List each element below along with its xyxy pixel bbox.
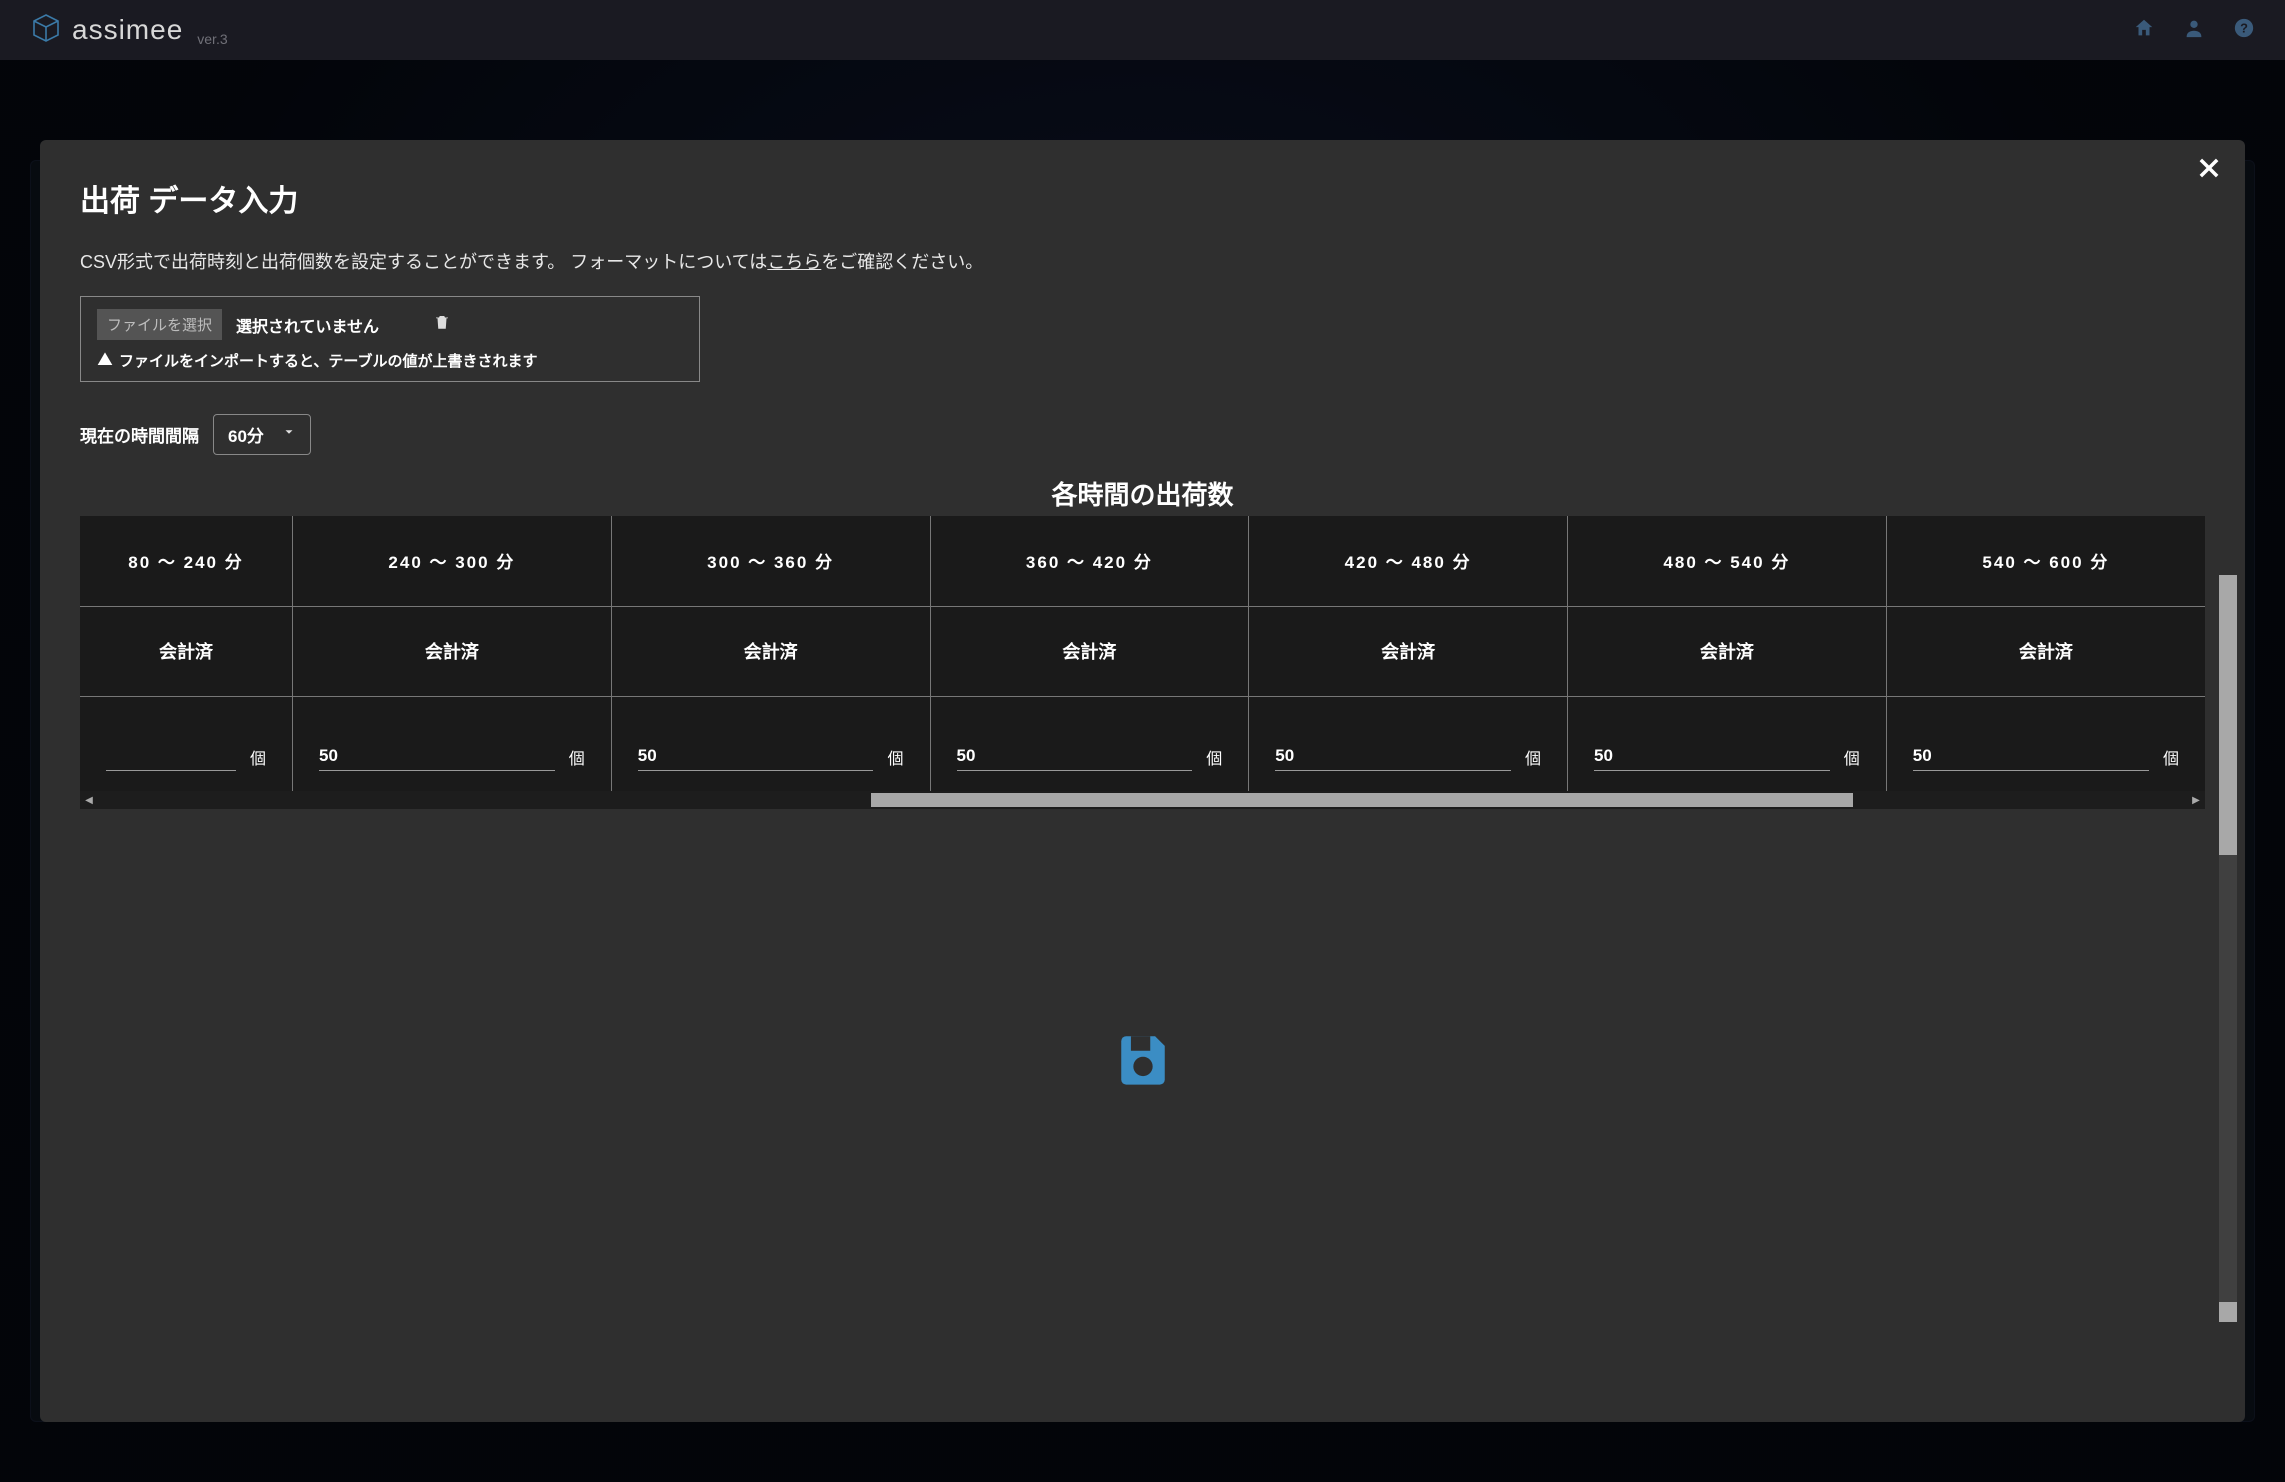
time-header: 540 ～ 600 分 <box>1887 548 2205 573</box>
value-cell[interactable]: 50 個 <box>293 697 611 792</box>
save-row <box>80 1029 2205 1092</box>
trash-icon[interactable] <box>433 313 451 336</box>
help-icon[interactable]: ? <box>2233 17 2255 44</box>
unit-label: 個 <box>569 745 585 771</box>
interval-value: 60分 <box>228 422 264 447</box>
modal-title: 出荷 データ入力 <box>80 176 2205 220</box>
desc-text-post: をご確認ください。 <box>821 252 983 272</box>
time-header: 80 ～ 240 分 <box>80 548 292 573</box>
table-area: 80 ～ 240 分 240 ～ 300 分 300 ～ 360 分 360 ～… <box>80 516 2205 809</box>
scroll-left-arrow[interactable]: ◀ <box>80 791 98 809</box>
value-cell[interactable]: 50 個 <box>1249 697 1567 792</box>
interval-label: 現在の時間間隔 <box>80 422 199 447</box>
file-import-box: ファイルを選択 選択されていません ファイルをインポートすると、テーブルの値が上… <box>80 296 700 382</box>
unit-label: 個 <box>2163 745 2179 771</box>
vertical-scroll-thumb-bottom[interactable] <box>2219 1302 2237 1322</box>
status-label: 会計済 <box>1568 638 1886 664</box>
unit-label: 個 <box>250 745 266 771</box>
status-label: 会計済 <box>80 638 292 664</box>
status-label: 会計済 <box>1249 638 1567 664</box>
svg-text:?: ? <box>2240 20 2248 35</box>
value-cell[interactable]: 個 <box>80 697 292 792</box>
close-button[interactable] <box>2195 154 2223 187</box>
format-link[interactable]: こちら <box>767 252 821 272</box>
time-header: 420 ～ 480 分 <box>1249 548 1567 573</box>
value-input[interactable]: 50 <box>1913 746 2149 771</box>
horizontal-scrollbar[interactable]: ◀ ▶ <box>80 791 2205 809</box>
brand-name: assimee <box>72 14 183 46</box>
status-label: 会計済 <box>1887 638 2205 664</box>
scroll-track[interactable] <box>98 791 2187 809</box>
value-cell[interactable]: 50 個 <box>1887 697 2205 792</box>
status-row: 会計済 会計済 会計済 会計済 会計済 会計済 会計済 <box>80 606 2205 696</box>
save-button[interactable] <box>1114 1029 1172 1092</box>
value-cell[interactable]: 50 個 <box>1568 697 1886 792</box>
value-input[interactable]: 50 <box>1275 746 1511 771</box>
scroll-right-arrow[interactable]: ▶ <box>2187 791 2205 809</box>
value-input[interactable] <box>106 766 236 771</box>
interval-row: 現在の時間間隔 60分 <box>80 414 2205 455</box>
warning-icon <box>97 351 113 371</box>
time-header: 480 ～ 540 分 <box>1568 548 1886 573</box>
file-warning: ファイルをインポートすると、テーブルの値が上書きされます <box>97 350 683 371</box>
cube-icon <box>30 12 62 49</box>
unit-label: 個 <box>1844 745 1860 771</box>
value-input[interactable]: 50 <box>1594 746 1830 771</box>
choose-file-button[interactable]: ファイルを選択 <box>97 309 222 340</box>
status-label: 会計済 <box>931 638 1249 664</box>
brand-logo: assimee <box>30 12 183 49</box>
value-row: 個 50 個 50 個 <box>80 696 2205 791</box>
time-header: 360 ～ 420 分 <box>931 548 1249 573</box>
topbar-actions: ? <box>2133 17 2255 44</box>
table-wrap: 80 ～ 240 分 240 ～ 300 分 300 ～ 360 分 360 ～… <box>80 516 2205 791</box>
modal-description: CSV形式で出荷時刻と出荷個数を設定することができます。 フォーマットについては… <box>80 248 2205 274</box>
status-label: 会計済 <box>293 638 611 664</box>
vertical-scrollbar[interactable] <box>2219 575 2237 1322</box>
topbar: assimee ver.3 ? <box>0 0 2285 60</box>
time-header: 300 ～ 360 分 <box>612 548 930 573</box>
unit-label: 個 <box>1206 745 1222 771</box>
time-header: 240 ～ 300 分 <box>293 548 611 573</box>
interval-select[interactable]: 60分 <box>213 414 311 455</box>
chevron-down-icon <box>282 425 296 444</box>
unit-label: 個 <box>887 745 903 771</box>
value-cell[interactable]: 50 個 <box>931 697 1249 792</box>
status-label: 会計済 <box>612 638 930 664</box>
vertical-scroll-thumb[interactable] <box>2219 575 2237 855</box>
brand-version: ver.3 <box>197 31 227 47</box>
value-cell[interactable]: 50 個 <box>612 697 930 792</box>
desc-text-pre: CSV形式で出荷時刻と出荷個数を設定することができます。 フォーマットについては <box>80 252 767 272</box>
user-icon[interactable] <box>2183 17 2205 44</box>
home-icon[interactable] <box>2133 17 2155 44</box>
table-title: 各時間の出荷数 <box>80 475 2205 512</box>
scroll-thumb[interactable] <box>871 793 1853 807</box>
value-input[interactable]: 50 <box>319 746 555 771</box>
brand: assimee ver.3 <box>30 12 228 49</box>
file-status: 選択されていません <box>236 313 379 337</box>
file-warning-text: ファイルをインポートすると、テーブルの値が上書きされます <box>119 350 538 371</box>
shipment-data-modal: 出荷 データ入力 CSV形式で出荷時刻と出荷個数を設定することができます。 フォ… <box>40 140 2245 1422</box>
value-input[interactable]: 50 <box>638 746 874 771</box>
unit-label: 個 <box>1525 745 1541 771</box>
value-input[interactable]: 50 <box>957 746 1193 771</box>
file-row: ファイルを選択 選択されていません <box>97 309 683 340</box>
shipment-table: 80 ～ 240 分 240 ～ 300 分 300 ～ 360 分 360 ～… <box>80 516 2205 791</box>
time-header-row: 80 ～ 240 分 240 ～ 300 分 300 ～ 360 分 360 ～… <box>80 516 2205 606</box>
